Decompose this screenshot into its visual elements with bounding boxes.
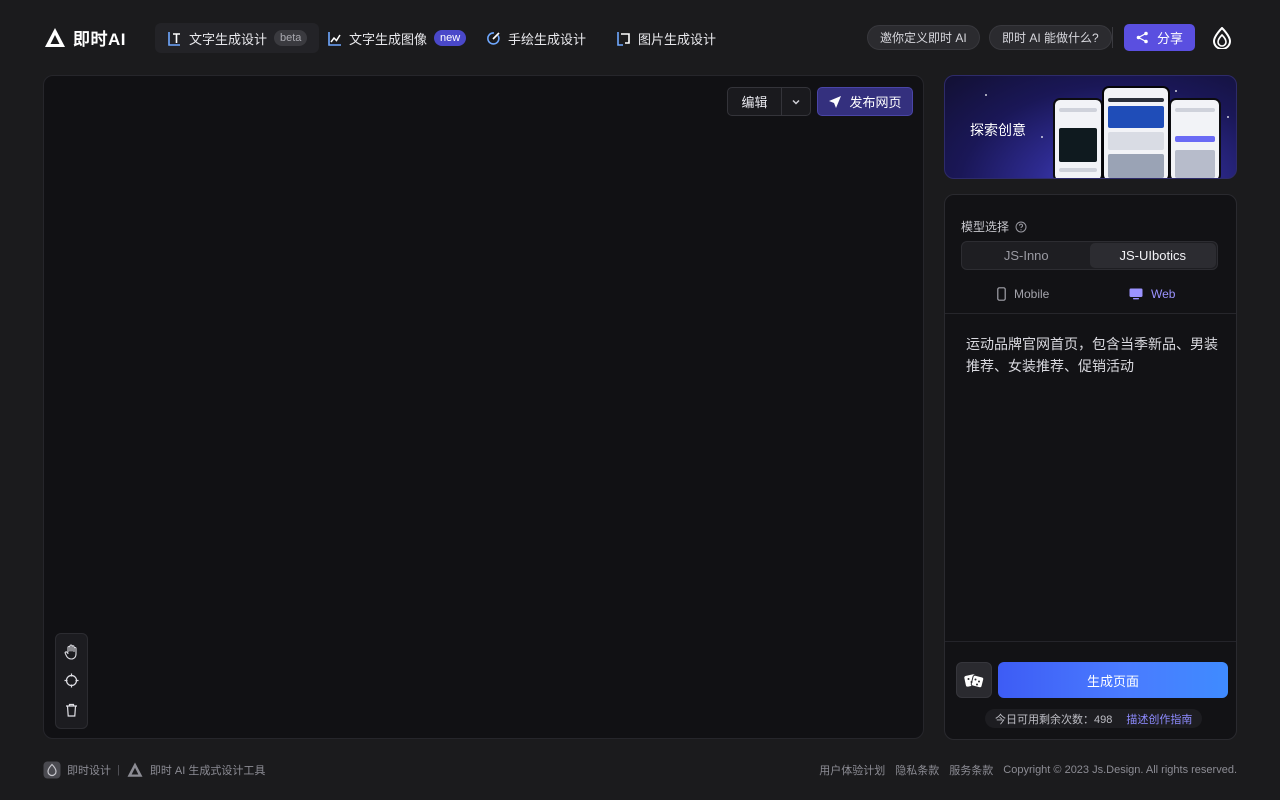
mockup-block xyxy=(1108,154,1164,178)
quota-bar: 今日可用剩余次数：498 描述创作指南 xyxy=(985,709,1203,728)
top-bar: 即时AI 文字生成设计 beta 文字生成图像 new 手绘生成设计 图片生成设… xyxy=(0,0,1280,75)
send-icon xyxy=(829,95,842,108)
footer-brand-2[interactable]: 即时 AI 生成式设计工具 xyxy=(150,762,266,778)
monitor-icon xyxy=(1129,288,1143,300)
jsai-logo-icon xyxy=(127,762,143,777)
hand-tool[interactable] xyxy=(61,641,83,663)
mockup-block xyxy=(1059,128,1097,162)
prompt-guide-link[interactable]: 描述创作指南 xyxy=(1126,711,1192,727)
device-option-mobile[interactable]: Mobile xyxy=(997,284,1049,304)
target-icon xyxy=(64,673,79,688)
user-menu[interactable] xyxy=(1208,24,1236,52)
tab-label: 文字生成设计 xyxy=(189,31,268,47)
jsdesign-logo-icon xyxy=(43,761,61,779)
star xyxy=(985,94,987,96)
mobile-icon xyxy=(997,287,1006,301)
center-tool[interactable] xyxy=(61,670,83,692)
tab-label: 文字生成图像 xyxy=(349,31,428,47)
star xyxy=(1175,90,1177,92)
tab-text-to-design[interactable]: 文字生成设计 beta xyxy=(155,23,320,53)
device-label: Web xyxy=(1151,287,1176,301)
tab-text-to-image[interactable]: 文字生成图像 new xyxy=(315,23,478,53)
help-icon[interactable] xyxy=(1015,221,1027,233)
image-gen-icon xyxy=(327,31,342,46)
share-button[interactable]: 分享 xyxy=(1124,24,1195,51)
divider xyxy=(1112,27,1113,48)
tab-label: 图片生成设计 xyxy=(638,31,717,47)
footer-link-ux-plan[interactable]: 用户体验计划 xyxy=(819,762,885,778)
sketch-icon xyxy=(486,31,501,46)
model-label-text: 模型选择 xyxy=(961,220,1010,234)
phone-mockup xyxy=(1053,98,1103,178)
device-option-web[interactable]: Web xyxy=(1129,284,1175,304)
explore-banner[interactable]: 探索创意 xyxy=(944,75,1237,179)
hand-icon xyxy=(64,644,77,660)
footer-brand: 即时设计 | 即时 AI 生成式设计工具 xyxy=(43,761,265,779)
tab-image-to-design[interactable]: 图片生成设计 xyxy=(604,23,728,53)
prompt-textarea[interactable]: 运动品牌官网首页，包含当季新品、男装推荐、女装推荐、促销活动 xyxy=(966,333,1226,377)
model-select-label: 模型选择 xyxy=(961,218,1027,235)
copyright: Copyright © 2023 Js.Design. All rights r… xyxy=(1003,764,1237,776)
tab-label: 手绘生成设计 xyxy=(508,31,587,47)
footer-link-privacy[interactable]: 隐私条款 xyxy=(895,762,939,778)
edit-dropdown[interactable]: 编辑 xyxy=(727,87,811,116)
dice-icon xyxy=(964,674,984,689)
quota-text: 今日可用剩余次数：498 xyxy=(995,713,1113,726)
droplet-logo-icon xyxy=(1212,27,1232,49)
invite-button[interactable]: 邀你定义即时 AI xyxy=(867,25,980,50)
phone-mockup xyxy=(1169,98,1221,178)
generate-page-button[interactable]: 生成页面 xyxy=(998,662,1228,698)
random-prompt-button[interactable] xyxy=(956,662,992,698)
mockup-bar xyxy=(1108,98,1164,102)
share-label: 分享 xyxy=(1156,31,1183,46)
chevron-down-icon xyxy=(792,99,800,105)
model-segmented-control: JS-Inno JS-UIbotics xyxy=(961,241,1218,270)
publish-label: 发布网页 xyxy=(849,95,902,110)
mockup-bar xyxy=(1059,168,1097,172)
footer-links: 用户体验计划 隐私条款 服务条款 Copyright © 2023 Js.Des… xyxy=(819,761,1237,779)
banner-title: 探索创意 xyxy=(970,122,1026,138)
publish-button[interactable]: 发布网页 xyxy=(817,87,913,116)
star xyxy=(1041,136,1043,138)
tab-sketch-to-design[interactable]: 手绘生成设计 xyxy=(474,23,598,53)
edit-menu-toggle[interactable] xyxy=(782,88,810,115)
design-canvas[interactable]: 编辑 发布网页 xyxy=(43,75,924,739)
mockup-bar xyxy=(1175,108,1215,112)
footer-brand-1[interactable]: 即时设计 xyxy=(67,762,111,778)
mockup-block xyxy=(1108,132,1164,150)
logo-icon xyxy=(45,27,65,47)
phone-mockup xyxy=(1102,86,1170,178)
device-label: Mobile xyxy=(1014,287,1050,301)
mockup-block xyxy=(1175,150,1215,178)
separator: | xyxy=(117,764,120,776)
model-option-inno[interactable]: JS-Inno xyxy=(963,243,1090,268)
divider xyxy=(945,313,1236,314)
divider xyxy=(945,641,1236,642)
share-icon xyxy=(1136,31,1148,44)
beta-badge: beta xyxy=(274,30,308,46)
picture-icon xyxy=(616,31,631,46)
new-badge: new xyxy=(434,30,467,46)
text-gen-icon xyxy=(167,31,182,46)
mockup-block xyxy=(1108,106,1164,128)
brand-logo[interactable]: 即时AI xyxy=(43,25,126,50)
what-can-button[interactable]: 即时 AI 能做什么? xyxy=(989,25,1112,50)
star xyxy=(1227,116,1229,118)
mockup-bar xyxy=(1059,108,1097,112)
trash-icon xyxy=(66,703,77,717)
brand-name: 即时AI xyxy=(73,30,126,49)
mockup-block xyxy=(1175,136,1215,142)
canvas-toolbox xyxy=(55,633,88,729)
delete-tool[interactable] xyxy=(61,699,83,721)
edit-button[interactable]: 编辑 xyxy=(728,88,782,115)
model-option-uibotics[interactable]: JS-UIbotics xyxy=(1089,243,1216,268)
generate-panel: 模型选择 JS-Inno JS-UIbotics Mobile Web 运动品牌… xyxy=(944,194,1237,740)
footer-link-terms[interactable]: 服务条款 xyxy=(949,762,993,778)
